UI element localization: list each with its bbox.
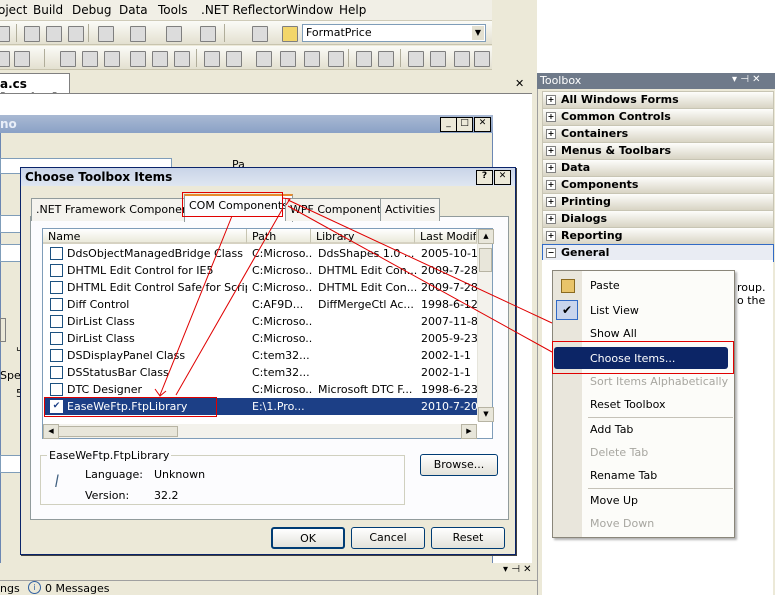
annotation-arrows	[154, 197, 553, 397]
annotation-arrow	[175, 207, 284, 396]
annotation-arrow	[287, 205, 553, 353]
annotation-arrow	[287, 199, 553, 324]
annotation-arrow	[159, 215, 233, 396]
arrowhead	[281, 197, 291, 206]
